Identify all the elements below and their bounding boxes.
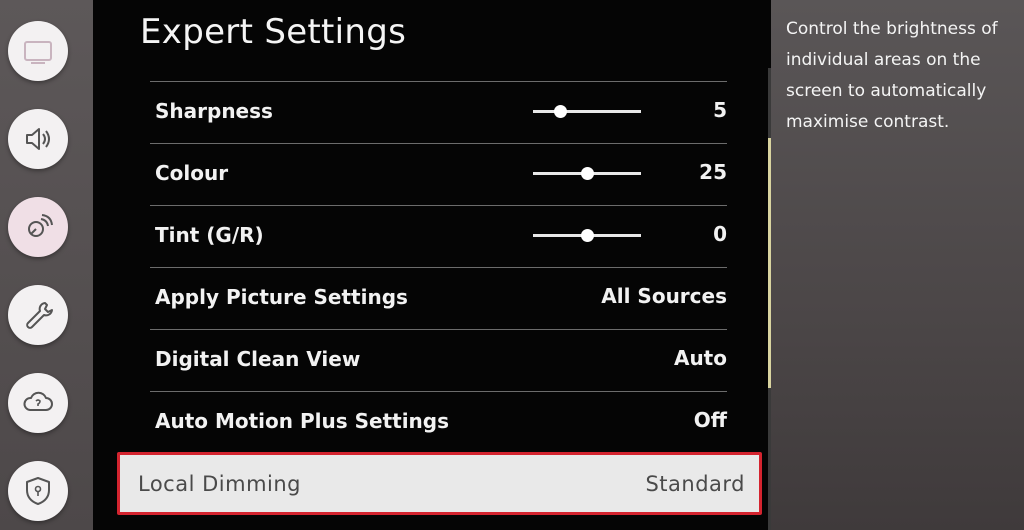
- row-label: Local Dimming: [138, 472, 301, 496]
- menu-row-digital-clean-view[interactable]: Digital Clean View Auto: [150, 329, 727, 390]
- row-value: All Sources: [601, 284, 727, 308]
- row-label: Auto Motion Plus Settings: [155, 409, 450, 433]
- slider-thumb[interactable]: [554, 105, 567, 118]
- privacy-icon[interactable]: [8, 461, 68, 521]
- picture-icon[interactable]: [8, 21, 68, 81]
- support-cloud-glyph: [23, 391, 53, 411]
- row-value: Auto: [673, 346, 727, 370]
- menu-row-auto-motion-plus[interactable]: Auto Motion Plus Settings Off: [150, 391, 727, 452]
- row-label: Sharpness: [155, 99, 273, 123]
- general-icon[interactable]: [8, 285, 68, 345]
- menu-row-colour[interactable]: Colour 25: [150, 143, 727, 204]
- row-value: Standard: [645, 472, 745, 496]
- menu-row-tint[interactable]: Tint (G/R) 0: [150, 205, 727, 266]
- help-description: Control the brightness of individual are…: [786, 19, 998, 132]
- slider-thumb[interactable]: [581, 167, 594, 180]
- page-title: Expert Settings: [140, 12, 407, 52]
- row-label: Tint (G/R): [155, 223, 264, 247]
- settings-category-column: [0, 0, 93, 530]
- expert-settings-panel: Expert Settings Sharpness 5 Colour 25 Ti…: [93, 0, 771, 530]
- row-label: Digital Clean View: [155, 347, 361, 371]
- colour-slider[interactable]: [533, 167, 641, 180]
- shield-glyph: [26, 477, 50, 505]
- slider-thumb[interactable]: [581, 229, 594, 242]
- menu-row-sharpness[interactable]: Sharpness 5: [150, 81, 727, 142]
- sound-icon[interactable]: [8, 109, 68, 169]
- row-label: Apply Picture Settings: [155, 285, 408, 309]
- help-panel: Control the brightness of individual are…: [771, 0, 1024, 530]
- sharpness-slider[interactable]: [533, 105, 641, 118]
- menu-row-local-dimming[interactable]: Local Dimming Standard: [117, 452, 762, 515]
- broadcasting-glyph: [28, 214, 53, 237]
- wrench-glyph: [26, 302, 53, 329]
- picture-glyph: [24, 41, 52, 64]
- row-value: Off: [693, 408, 727, 432]
- row-value: 0: [713, 222, 727, 246]
- row-value: 5: [713, 98, 727, 122]
- broadcasting-icon[interactable]: [8, 197, 68, 257]
- tint-slider[interactable]: [533, 229, 641, 242]
- sound-glyph: [26, 128, 50, 150]
- menu-row-apply-picture-settings[interactable]: Apply Picture Settings All Sources: [150, 267, 727, 328]
- support-icon[interactable]: [8, 373, 68, 433]
- row-value: 25: [699, 160, 727, 184]
- tv-settings-screen: Expert Settings Sharpness 5 Colour 25 Ti…: [0, 0, 1024, 530]
- row-label: Colour: [155, 161, 229, 185]
